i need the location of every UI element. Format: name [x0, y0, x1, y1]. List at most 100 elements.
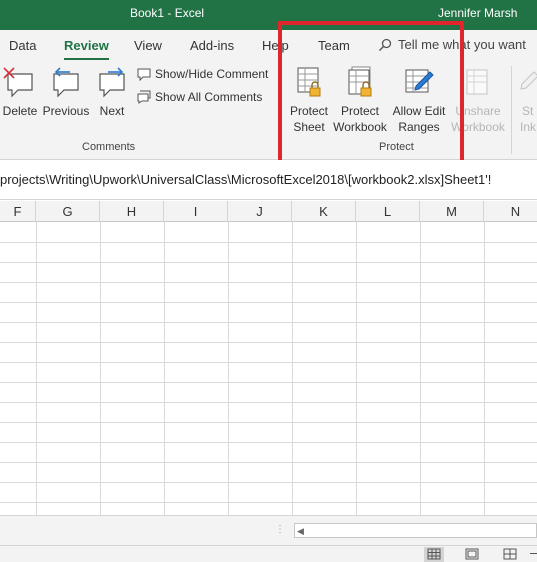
show-all-comments-label: Show All Comments [155, 90, 263, 104]
tab-data[interactable]: Data [9, 38, 36, 53]
allow-edit-ranges-button[interactable]: Allow Edit Ranges [390, 66, 448, 135]
unshare-workbook-button: Unshare Workbook [450, 66, 506, 135]
comments-group-label: Comments [82, 141, 136, 153]
column-gridline [36, 222, 37, 515]
zoom-slider[interactable] [530, 553, 537, 554]
allow-edit-ranges-label-2: Ranges [398, 120, 440, 134]
protect-sheet-label-1: Protect [289, 104, 328, 118]
group-separator [511, 66, 512, 154]
next-comment-icon [99, 67, 125, 98]
row-gridline [0, 382, 537, 383]
next-comment-button[interactable]: Next [94, 66, 130, 119]
next-label: Next [99, 104, 125, 118]
column-gridline [484, 222, 485, 515]
page-layout-icon [465, 548, 479, 560]
column-header-h[interactable]: H [100, 201, 164, 222]
protect-workbook-label-2: Workbook [333, 120, 387, 134]
tab-help[interactable]: Help [262, 38, 289, 53]
allow-edit-ranges-icon [405, 69, 434, 93]
status-bar [0, 545, 537, 562]
delete-comment-icon [3, 67, 33, 98]
tell-me-search[interactable]: Tell me what you want [378, 37, 526, 52]
row-gridline [0, 242, 537, 243]
show-hide-comment-button[interactable]: Show/Hide Comment [137, 67, 269, 82]
show-all-comments-button[interactable]: Show All Comments [137, 90, 262, 104]
row-gridline [0, 502, 537, 503]
column-header-n[interactable]: N [484, 201, 537, 222]
row-gridline [0, 262, 537, 263]
column-headers: F G H I J K L M N [0, 201, 537, 222]
column-header-i[interactable]: I [164, 201, 228, 222]
column-header-k[interactable]: K [292, 201, 356, 222]
delete-label: Delete [2, 104, 38, 118]
formula-reference[interactable]: projects\Writing\Upwork\UniversalClass\M… [0, 172, 491, 187]
window-title: Book1 - Excel [130, 6, 205, 20]
user-name[interactable]: Jennifer Marsh [438, 6, 517, 20]
row-gridline [0, 302, 537, 303]
start-inking-button: St Ink [514, 66, 537, 135]
row-gridline [0, 422, 537, 423]
tab-add-ins[interactable]: Add-ins [190, 38, 234, 53]
column-header-j[interactable]: J [228, 201, 292, 222]
previous-comment-button[interactable]: Previous [42, 66, 90, 119]
normal-view-button[interactable] [424, 547, 444, 562]
row-gridline [0, 282, 537, 283]
show-hide-comment-label: Show/Hide Comment [155, 67, 269, 81]
unshare-workbook-label-1: Unshare [455, 104, 501, 118]
tab-view[interactable]: View [134, 38, 162, 53]
row-gridline [0, 462, 537, 463]
row-gridline [0, 402, 537, 403]
row-gridline [0, 362, 537, 363]
scroll-left-icon[interactable]: ◀ [297, 526, 307, 536]
group-separator [280, 66, 281, 154]
tab-review[interactable]: Review [64, 38, 109, 61]
normal-view-icon [427, 548, 441, 560]
protect-sheet-label-2: Sheet [293, 120, 325, 134]
delete-comment-button[interactable]: Delete [2, 66, 38, 119]
allow-edit-ranges-label-1: Allow Edit [392, 104, 446, 118]
title-bar: Book1 - Excel Jennifer Marsh [0, 0, 537, 30]
column-gridline [228, 222, 229, 515]
column-header-m[interactable]: M [420, 201, 484, 222]
row-gridline [0, 322, 537, 323]
worksheet-grid[interactable] [0, 222, 537, 515]
column-header-l[interactable]: L [356, 201, 420, 222]
protect-workbook-icon [348, 66, 372, 97]
pen-icon [520, 71, 537, 90]
ribbon-tabs: Data Review View Add-ins Help Team Tell … [0, 30, 537, 61]
show-all-comments-icon [137, 90, 151, 104]
tab-team[interactable]: Team [318, 38, 350, 53]
protect-workbook-label-1: Protect [340, 104, 379, 118]
protect-group-label: Protect [379, 141, 414, 153]
ribbon-review: Delete Previous Next Show/Hide Comment S… [0, 60, 537, 160]
column-header-g[interactable]: G [36, 201, 100, 222]
protect-sheet-button[interactable]: Protect Sheet [286, 66, 332, 135]
column-gridline [292, 222, 293, 515]
tell-me-text: Tell me what you want [398, 37, 526, 52]
sheet-tab-bar: ⋮ ◀ [0, 515, 537, 545]
page-layout-view-button[interactable] [462, 547, 482, 562]
protect-workbook-button[interactable]: Protect Workbook [332, 66, 388, 135]
formula-bar[interactable]: projects\Writing\Upwork\UniversalClass\M… [0, 160, 537, 200]
page-break-icon [503, 548, 517, 560]
protect-sheet-icon [297, 67, 321, 97]
column-header-f[interactable]: F [0, 201, 36, 222]
previous-label: Previous [42, 104, 90, 118]
start-inking-label-2: Ink [520, 120, 537, 134]
column-gridline [164, 222, 165, 515]
unshare-workbook-icon [466, 69, 488, 95]
previous-comment-icon [53, 67, 79, 98]
column-gridline [420, 222, 421, 515]
column-gridline [100, 222, 101, 515]
row-gridline [0, 442, 537, 443]
row-gridline [0, 342, 537, 343]
splitter-handle[interactable]: ⋮ [275, 524, 285, 535]
column-gridline [356, 222, 357, 515]
search-icon [378, 38, 392, 52]
start-inking-label-1: St [522, 104, 534, 118]
row-gridline [0, 482, 537, 483]
page-break-view-button[interactable] [500, 547, 520, 562]
show-hide-comment-icon [137, 68, 151, 82]
horizontal-scrollbar[interactable]: ◀ [294, 523, 537, 538]
unshare-workbook-label-2: Workbook [451, 120, 505, 134]
